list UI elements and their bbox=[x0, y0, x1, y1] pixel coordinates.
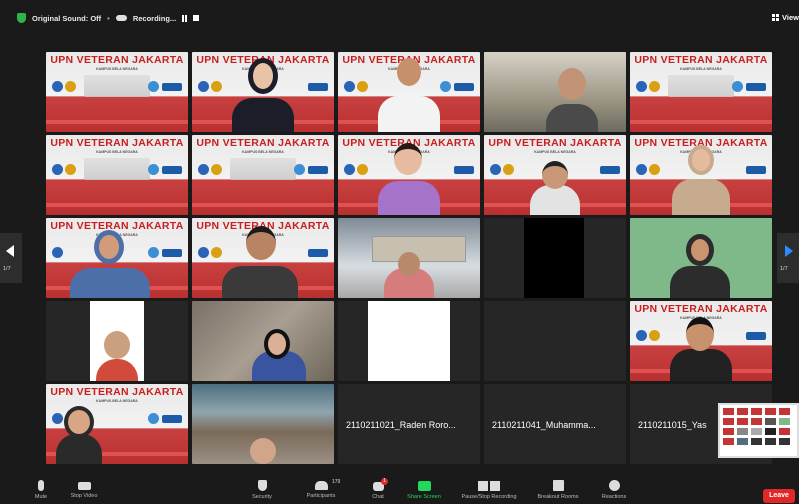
video-tile[interactable] bbox=[484, 218, 626, 298]
next-page-button[interactable]: 1/7 bbox=[777, 233, 799, 283]
cloud-recording-icon bbox=[115, 15, 127, 21]
participant-name: 2110211041_Muhamma... bbox=[492, 420, 596, 430]
participant-video bbox=[56, 434, 102, 464]
arrow-left-icon bbox=[6, 245, 14, 257]
view-button[interactable]: View bbox=[772, 13, 799, 22]
video-tile[interactable]: UPN VETERAN JAKARTAKAMPUS BELA NEGARA bbox=[46, 52, 188, 132]
virtual-background: UPN VETERAN JAKARTAKAMPUS BELA NEGARA bbox=[46, 135, 188, 215]
participants-count: 179 bbox=[332, 479, 341, 485]
previous-page-button[interactable]: 1/7 bbox=[0, 233, 22, 283]
grid-view-icon bbox=[772, 14, 780, 21]
microphone-icon bbox=[38, 480, 44, 491]
video-tile-name-only[interactable]: 2110211021_Raden Roro... bbox=[338, 384, 480, 464]
reactions-smiley-icon bbox=[608, 480, 620, 491]
meeting-toolbar: Mute Stop Video Security Participants 17… bbox=[0, 474, 799, 504]
participant-video bbox=[378, 96, 440, 132]
mute-button[interactable]: Mute bbox=[24, 474, 58, 500]
participant-video bbox=[524, 218, 584, 298]
chat-unread-badge: 1 bbox=[381, 478, 388, 485]
video-tile[interactable]: UPN VETERAN JAKARTAKAMPUS BELA NEGARA bbox=[46, 218, 188, 298]
video-tile[interactable] bbox=[192, 301, 334, 381]
virtual-background: UPN VETERAN JAKARTAKAMPUS BELA NEGARA bbox=[46, 52, 188, 132]
video-tile-active-speaker[interactable] bbox=[484, 52, 626, 132]
security-button[interactable]: Security bbox=[244, 474, 280, 500]
video-tile[interactable]: UPN VETERAN JAKARTAKAMPUS BELA NEGARA bbox=[338, 52, 480, 132]
reactions-button[interactable]: Reactions bbox=[596, 474, 632, 500]
meeting-topbar: Original Sound: Off • Recording... View bbox=[0, 0, 799, 40]
participant-video bbox=[378, 181, 440, 215]
video-tile[interactable]: UPN VETERAN JAKARTAKAMPUS BELA NEGARA bbox=[192, 52, 334, 132]
video-tile[interactable]: UPN VETERAN JAKARTAKAMPUS BELA NEGARA bbox=[46, 135, 188, 215]
virtual-background: UPN VETERAN JAKARTAKAMPUS BELA NEGARA bbox=[192, 135, 334, 215]
participants-icon bbox=[314, 481, 328, 490]
participant-name: 2110211015_Yas bbox=[638, 420, 707, 430]
participants-button[interactable]: Participants 179 bbox=[296, 474, 346, 499]
video-tile[interactable] bbox=[46, 301, 188, 381]
video-tile[interactable]: UPN VETERAN JAKARTAKAMPUS BELA NEGARA bbox=[630, 52, 772, 132]
video-tile[interactable] bbox=[338, 218, 480, 298]
video-tile[interactable] bbox=[630, 218, 772, 298]
share-screen-icon bbox=[417, 481, 431, 491]
video-tile-name-only[interactable]: 2110211041_Muhamma... bbox=[484, 384, 626, 464]
self-view-gallery-thumbnail[interactable] bbox=[718, 403, 799, 458]
video-camera-icon bbox=[77, 482, 91, 490]
participant-name: 2110211021_Raden Roro... bbox=[346, 420, 456, 430]
encryption-shield-icon[interactable] bbox=[17, 13, 26, 23]
video-tile[interactable] bbox=[192, 384, 334, 464]
participant-video bbox=[530, 185, 580, 215]
participant-video bbox=[670, 349, 732, 381]
pause-stop-recording-button[interactable]: Pause/Stop Recording bbox=[454, 474, 524, 500]
video-tile[interactable]: UPN VETERAN JAKARTAKAMPUS BELA NEGARA bbox=[484, 135, 626, 215]
video-tile[interactable] bbox=[338, 301, 480, 381]
page-indicator-left: 1/7 bbox=[3, 266, 11, 272]
video-tile[interactable]: UPN VETERAN JAKARTAKAMPUS BELA NEGARA bbox=[630, 135, 772, 215]
participant-video bbox=[222, 266, 298, 298]
participant-video bbox=[672, 179, 730, 215]
breakout-rooms-icon bbox=[552, 480, 564, 491]
chat-button[interactable]: Chat 1 bbox=[364, 474, 392, 500]
share-screen-button[interactable]: Share Screen bbox=[402, 474, 446, 500]
arrow-right-icon bbox=[785, 245, 793, 257]
video-tile[interactable]: UPN VETERAN JAKARTAKAMPUS BELA NEGARA bbox=[46, 384, 188, 464]
page-indicator-right: 1/7 bbox=[780, 266, 788, 272]
pause-stop-icon bbox=[478, 481, 500, 491]
recording-status: Recording... bbox=[132, 13, 177, 23]
stop-recording-icon[interactable] bbox=[193, 15, 200, 21]
shield-icon bbox=[257, 480, 267, 491]
video-tile[interactable] bbox=[484, 301, 626, 381]
video-tile[interactable]: UPN VETERAN JAKARTAKAMPUS BELA NEGARA bbox=[338, 135, 480, 215]
virtual-background: UPN VETERAN JAKARTAKAMPUS BELA NEGARA bbox=[630, 52, 772, 132]
video-tile[interactable]: UPN VETERAN JAKARTAKAMPUS BELA NEGARA bbox=[630, 301, 772, 381]
leave-meeting-button[interactable]: Leave bbox=[763, 489, 795, 503]
participant-video bbox=[70, 268, 150, 298]
stop-video-button[interactable]: Stop Video bbox=[62, 474, 106, 499]
breakout-rooms-button[interactable]: Breakout Rooms bbox=[530, 474, 586, 500]
video-tile[interactable]: UPN VETERAN JAKARTAKAMPUS BELA NEGARA bbox=[192, 218, 334, 298]
original-sound-status[interactable]: Original Sound: Off bbox=[32, 14, 101, 23]
video-tile[interactable]: UPN VETERAN JAKARTAKAMPUS BELA NEGARA bbox=[192, 135, 334, 215]
participant-video bbox=[368, 301, 450, 381]
participant-video bbox=[232, 98, 294, 132]
pause-recording-icon[interactable] bbox=[182, 14, 188, 22]
